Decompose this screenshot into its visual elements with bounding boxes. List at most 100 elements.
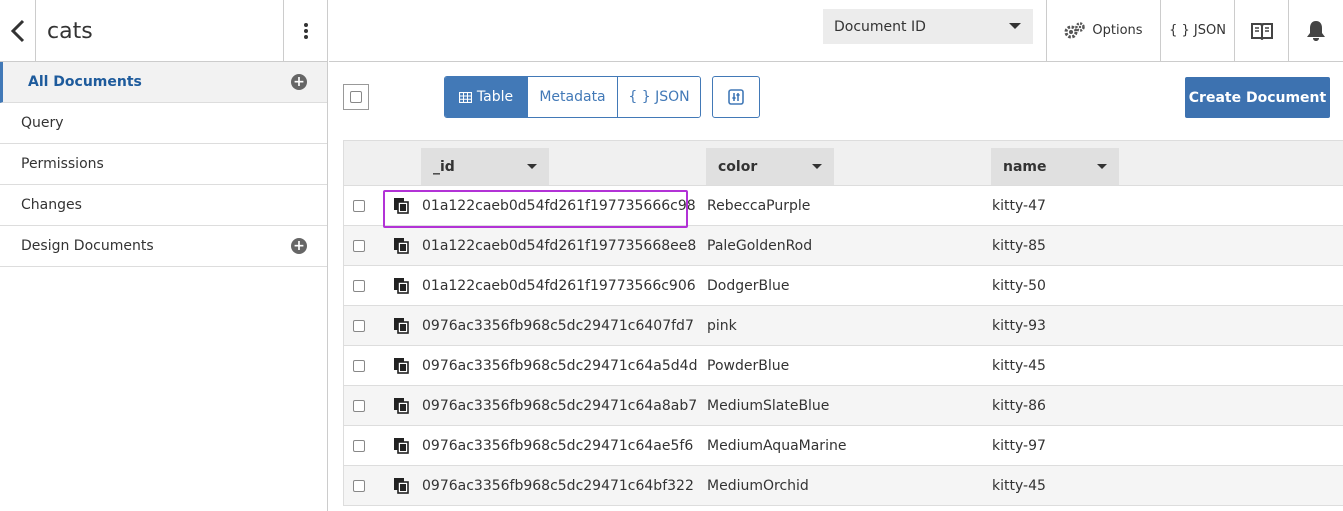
copy-icon[interactable] <box>393 237 409 254</box>
cell-color: MediumOrchid <box>707 478 809 494</box>
cell-color: RebeccaPurple <box>707 198 811 214</box>
json-label: { } JSON <box>1169 23 1226 38</box>
cell-name: kitty-45 <box>992 358 1046 374</box>
cell-id: 0976ac3356fb968c5dc29471c64a5d4d <box>422 358 698 374</box>
cell-id: 0976ac3356fb968c5dc29471c64a8ab7 <box>422 398 698 414</box>
gears-icon <box>1064 21 1086 38</box>
row-checkbox[interactable] <box>353 320 365 332</box>
cell-color: DodgerBlue <box>707 278 790 294</box>
table-row[interactable]: 0976ac3356fb968c5dc29471c64a8ab7 MediumS… <box>343 386 1343 426</box>
sidebar-item-all-documents[interactable]: All Documents + <box>0 62 327 103</box>
copy-icon[interactable] <box>393 197 409 214</box>
table-header: _id color name <box>343 140 1343 186</box>
sidebar-item-label: Query <box>21 115 64 131</box>
create-document-button[interactable]: Create Document <box>1185 77 1330 118</box>
book-icon <box>1250 22 1273 40</box>
column-header-name[interactable]: name <box>991 148 1119 185</box>
view-json-button[interactable]: { } JSON <box>618 77 700 117</box>
view-json-label: { } JSON <box>628 89 690 105</box>
cell-color: MediumSlateBlue <box>707 398 830 414</box>
copy-icon[interactable] <box>393 437 409 454</box>
cell-name: kitty-93 <box>992 318 1046 334</box>
add-icon[interactable]: + <box>291 74 307 90</box>
caret-down-icon <box>812 164 822 169</box>
sidebar-item-label: All Documents <box>28 74 142 90</box>
bell-icon <box>1307 20 1325 41</box>
row-checkbox[interactable] <box>353 240 365 252</box>
add-icon[interactable]: + <box>291 238 307 254</box>
copy-icon[interactable] <box>393 397 409 414</box>
index-select-value: Document ID <box>834 18 926 35</box>
row-checkbox[interactable] <box>353 440 365 452</box>
cell-color: MediumAquaMarine <box>707 438 847 454</box>
table-row[interactable]: 01a122caeb0d54fd261f197735666c98 Rebecca… <box>343 186 1343 226</box>
cell-color: PowderBlue <box>707 358 790 374</box>
row-checkbox[interactable] <box>353 280 365 292</box>
table-icon <box>458 91 472 103</box>
row-checkbox[interactable] <box>353 360 365 372</box>
notifications-button[interactable] <box>1288 0 1343 61</box>
cell-color: pink <box>707 318 737 334</box>
cell-name: kitty-50 <box>992 278 1046 294</box>
copy-icon[interactable] <box>393 317 409 334</box>
column-header-color[interactable]: color <box>706 148 834 185</box>
view-metadata-label: Metadata <box>539 89 606 105</box>
sliders-icon <box>728 89 744 105</box>
view-toggle: Table Metadata { } JSON <box>444 76 701 118</box>
sidebar-item-label: Permissions <box>21 156 104 172</box>
documents-table: _id color name 01a122caeb0d54fd261f19773… <box>343 140 1343 506</box>
docs-button[interactable] <box>1234 0 1288 61</box>
view-table-label: Table <box>476 89 514 105</box>
column-header-label: name <box>1003 158 1047 175</box>
more-vertical-icon <box>303 22 308 39</box>
sidebar-item-label: Changes <box>21 197 82 213</box>
row-checkbox[interactable] <box>353 200 365 212</box>
table-row[interactable]: 01a122caeb0d54fd261f197735668ee8 PaleGol… <box>343 226 1343 266</box>
cell-id: 0976ac3356fb968c5dc29471c64ae5f6 <box>422 438 694 454</box>
options-label: Options <box>1092 23 1143 38</box>
database-name: cats <box>47 19 93 44</box>
view-table-button[interactable]: Table <box>445 77 527 117</box>
table-row[interactable]: 0976ac3356fb968c5dc29471c64ae5f6 MediumA… <box>343 426 1343 466</box>
row-checkbox[interactable] <box>353 480 365 492</box>
copy-icon[interactable] <box>393 277 409 294</box>
copy-icon[interactable] <box>393 477 409 494</box>
back-button[interactable] <box>0 0 36 62</box>
column-header-id[interactable]: _id <box>421 148 549 185</box>
sidebar-item-query[interactable]: Query <box>0 103 327 144</box>
options-button[interactable]: Options <box>1046 0 1160 61</box>
sidebar-item-changes[interactable]: Changes <box>0 185 327 226</box>
sidebar-item-design-documents[interactable]: Design Documents + <box>0 226 327 267</box>
table-row[interactable]: 01a122caeb0d54fd261f19773566c906 DodgerB… <box>343 266 1343 306</box>
caret-down-icon <box>1009 23 1021 29</box>
cell-id: 01a122caeb0d54fd261f197735666c98 <box>422 198 696 214</box>
sidebar-item-permissions[interactable]: Permissions <box>0 144 327 185</box>
cell-color: PaleGoldenRod <box>707 238 813 254</box>
table-row[interactable]: 0976ac3356fb968c5dc29471c64a5d4d PowderB… <box>343 346 1343 386</box>
sidebar-item-label: Design Documents <box>21 238 154 254</box>
copy-icon[interactable] <box>393 357 409 374</box>
chevron-left-icon <box>10 19 24 42</box>
row-checkbox[interactable] <box>353 400 365 412</box>
table-row[interactable]: 0976ac3356fb968c5dc29471c64bf322 MediumO… <box>343 466 1343 506</box>
select-all-checkbox[interactable] <box>343 84 369 110</box>
caret-down-icon <box>1097 164 1107 169</box>
view-metadata-button[interactable]: Metadata <box>527 77 618 117</box>
column-settings-button[interactable] <box>712 76 760 118</box>
sidebar-header: cats <box>0 0 327 62</box>
json-api-button[interactable]: { } JSON <box>1160 0 1234 61</box>
sidebar: cats All Documents + Query Permissions C… <box>0 0 328 511</box>
cell-id: 0976ac3356fb968c5dc29471c64bf322 <box>422 478 694 494</box>
top-bar: Document ID Options { } JSON <box>329 0 1343 62</box>
kebab-menu-button[interactable] <box>283 0 327 62</box>
cell-name: kitty-85 <box>992 238 1046 254</box>
table-row[interactable]: 0976ac3356fb968c5dc29471c6407fd7 pink ki… <box>343 306 1343 346</box>
index-select[interactable]: Document ID <box>823 9 1033 44</box>
cell-id: 01a122caeb0d54fd261f197735668ee8 <box>422 238 697 254</box>
cell-name: kitty-45 <box>992 478 1046 494</box>
column-header-label: color <box>718 158 758 175</box>
column-header-label: _id <box>433 158 455 175</box>
cell-id: 0976ac3356fb968c5dc29471c6407fd7 <box>422 318 694 334</box>
cell-id: 01a122caeb0d54fd261f19773566c906 <box>422 278 696 294</box>
cell-name: kitty-97 <box>992 438 1046 454</box>
